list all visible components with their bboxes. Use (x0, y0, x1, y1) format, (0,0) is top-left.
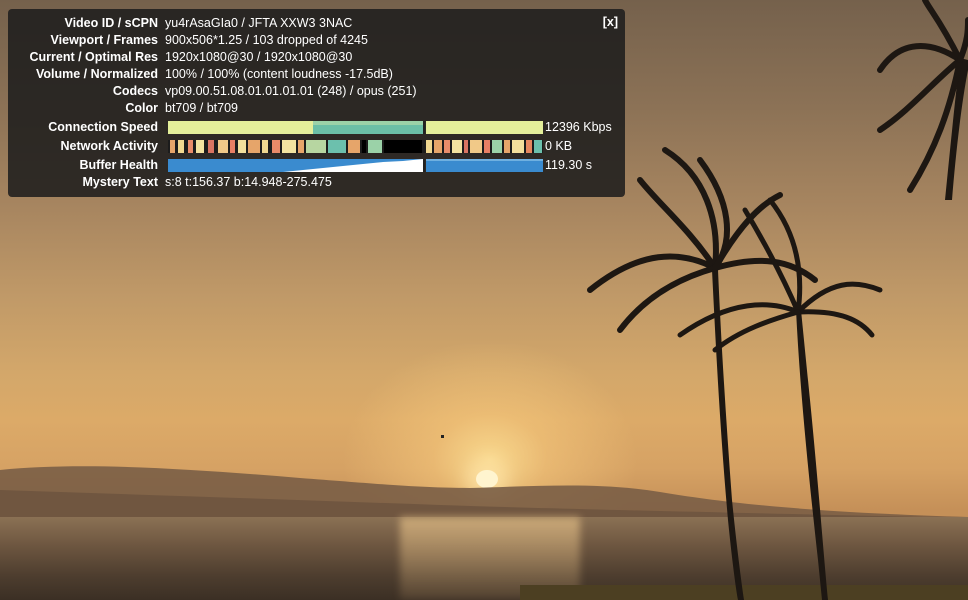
stat-label: Viewport / Frames (50, 33, 158, 47)
stat-value: 900x506*1.25 / 103 dropped of 4245 (165, 33, 368, 47)
close-button[interactable]: [x] (603, 15, 618, 29)
stat-label: Current / Optimal Res (29, 50, 159, 64)
stat-value: 1920x1080@30 / 1920x1080@30 (165, 50, 353, 64)
stat-value: bt709 / bt709 (165, 101, 238, 115)
buffer-health-graph (168, 159, 543, 172)
stat-value: vp09.00.51.08.01.01.01.01 (248) / opus (… (165, 84, 417, 98)
buffer-health-value: 119.30 s (545, 158, 593, 172)
stat-label: Codecs (112, 84, 158, 98)
mouse-cursor (441, 435, 444, 438)
connection-speed-value: 12396 Kbps (545, 120, 612, 134)
stat-value: s:8 t:156.37 b:14.948-275.475 (165, 175, 332, 189)
stat-label: Network Activity (60, 139, 158, 153)
stat-label: Video ID / sCPN (64, 16, 158, 30)
network-activity-graph (168, 140, 543, 153)
stat-label: Volume / Normalized (35, 67, 158, 81)
stats-for-nerds-panel: [x] Video ID / sCPN yu4rAsaGIa0 / JFTA X… (8, 9, 625, 197)
stat-value: 100% / 100% (content loudness -17.5dB) (165, 67, 393, 81)
connection-speed-graph (168, 121, 543, 134)
stat-value: yu4rAsaGIa0 / JFTA XXW3 3NAC (165, 16, 353, 30)
stat-label: Buffer Health (79, 158, 158, 172)
stat-label: Mystery Text (82, 175, 159, 189)
stat-label: Connection Speed (48, 120, 158, 134)
stat-label: Color (125, 101, 158, 115)
network-activity-value: 0 KB (545, 139, 573, 153)
